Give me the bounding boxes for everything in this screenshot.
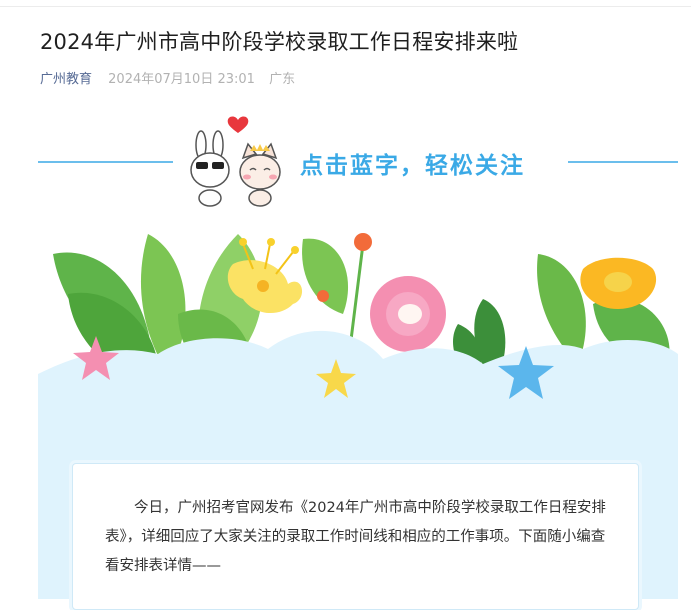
pink-flower-icon bbox=[370, 276, 446, 352]
orange-flower-icon bbox=[580, 257, 657, 309]
heart-icon bbox=[227, 116, 249, 133]
publish-region: 广东 bbox=[269, 72, 296, 87]
article-meta: 广州教育 2024年07月10日 23:01 广东 bbox=[40, 68, 295, 87]
publish-date: 2024年07月10日 23:01 bbox=[108, 72, 255, 87]
account-name-link[interactable]: 广州教育 bbox=[40, 72, 92, 87]
top-divider bbox=[0, 6, 691, 7]
intro-paragraph: 今日，广州招考官网发布《2024年广州市高中阶段学校录取工作日程安排表》，详细回… bbox=[105, 500, 606, 574]
follow-prompt-text[interactable]: 点击蓝字，轻松关注 bbox=[300, 146, 525, 180]
article-title: 2024年广州市高中阶段学校录取工作日程安排来啦 bbox=[40, 30, 519, 54]
orange-bud-icon bbox=[317, 290, 329, 302]
leaf-shape bbox=[302, 238, 349, 314]
cat-mascot-icon bbox=[239, 142, 281, 207]
rabbit-mascot-icon bbox=[190, 130, 230, 207]
intro-card: 今日，广州招考官网发布《2024年广州市高中阶段学校录取工作日程安排表》，详细回… bbox=[72, 463, 639, 610]
orange-bud-icon bbox=[354, 233, 372, 251]
